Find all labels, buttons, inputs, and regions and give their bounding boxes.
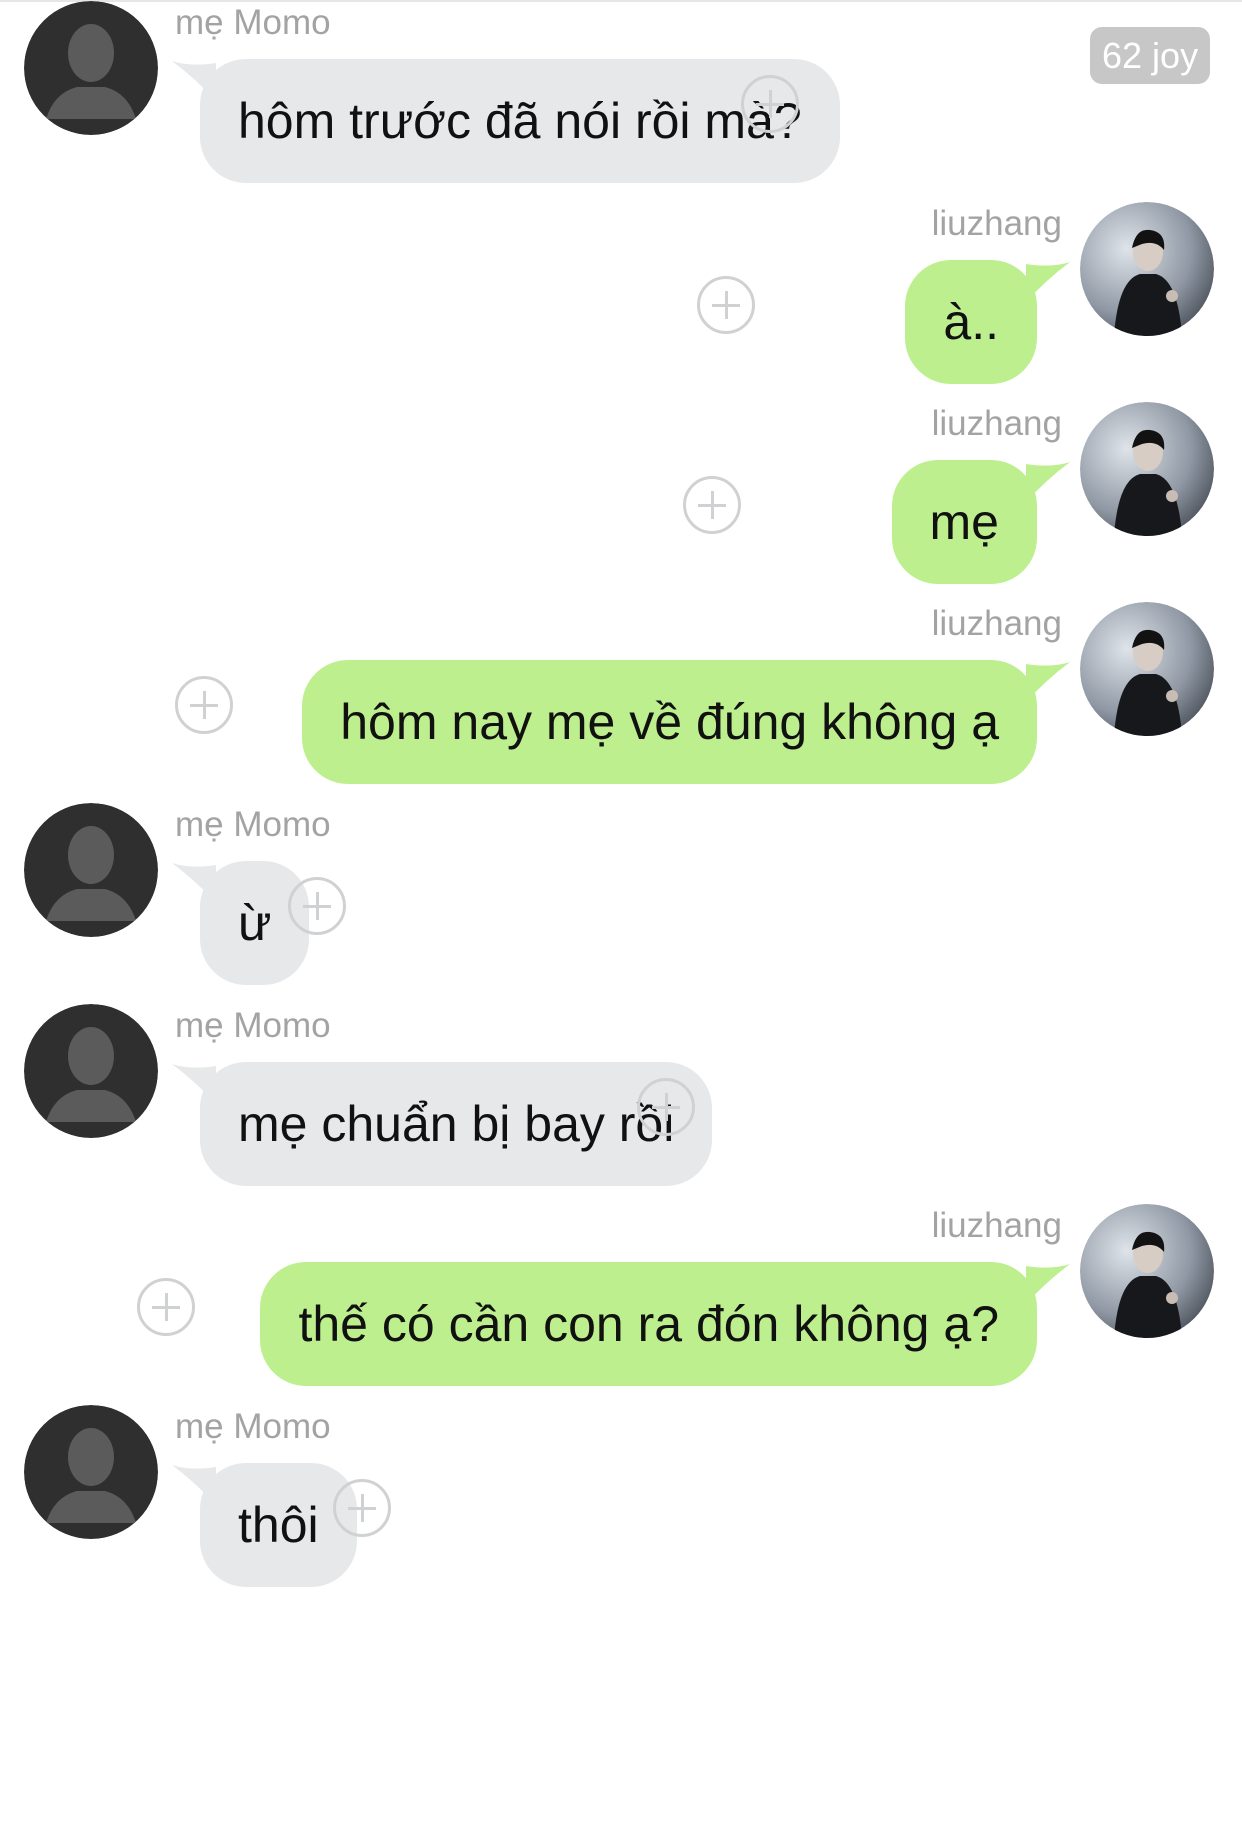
message-row: liuzhang mẹ: [0, 402, 1242, 602]
message-row: liuzhang thế có cần con ra đón không ạ?: [0, 1204, 1242, 1404]
plus-circle-icon[interactable]: [683, 476, 741, 534]
message-row: mẹ Momo hôm trước đã nói rồi mà?: [0, 1, 1242, 201]
sender-name: liuzhang: [931, 404, 1062, 443]
profile-photo[interactable]: [1080, 402, 1214, 536]
message-bubble[interactable]: à..: [905, 260, 1037, 384]
message-row: mẹ Momo thôi: [0, 1405, 1242, 1605]
message-bubble[interactable]: thôi: [200, 1463, 357, 1587]
message-row: liuzhang hôm nay mẹ về đúng không ạ: [0, 602, 1242, 802]
message-bubble[interactable]: hôm nay mẹ về đúng không ạ: [302, 660, 1037, 784]
message-bubble[interactable]: mẹ chuẩn bị bay rồi: [200, 1062, 713, 1186]
sender-name: liuzhang: [931, 204, 1062, 243]
sender-name: liuzhang: [931, 604, 1062, 643]
plus-circle-icon[interactable]: [741, 75, 799, 133]
message-bubble[interactable]: hôm trước đã nói rồi mà?: [200, 59, 840, 183]
plus-circle-icon[interactable]: [288, 877, 346, 935]
plus-circle-icon[interactable]: [137, 1278, 195, 1336]
message-bubble[interactable]: thế có cần con ra đón không ạ?: [260, 1262, 1037, 1386]
profile-photo[interactable]: [1080, 1204, 1214, 1338]
person-silhouette-icon[interactable]: [24, 1405, 158, 1539]
sender-name: liuzhang: [931, 1206, 1062, 1245]
message-row: mẹ Momo ừ: [0, 803, 1242, 1003]
sender-name: mẹ Momo: [175, 1407, 331, 1446]
plus-circle-icon[interactable]: [697, 276, 755, 334]
message-bubble[interactable]: mẹ: [891, 460, 1037, 584]
profile-photo[interactable]: [1080, 202, 1214, 336]
message-row: liuzhang à..: [0, 202, 1242, 402]
sender-name: mẹ Momo: [175, 805, 331, 844]
plus-circle-icon[interactable]: [175, 676, 233, 734]
person-silhouette-icon[interactable]: [24, 1004, 158, 1138]
plus-circle-icon[interactable]: [637, 1078, 695, 1136]
plus-circle-icon[interactable]: [333, 1479, 391, 1537]
sender-name: mẹ Momo: [175, 3, 331, 42]
person-silhouette-icon[interactable]: [24, 1, 158, 135]
message-row: mẹ Momo mẹ chuẩn bị bay rồi: [0, 1004, 1242, 1204]
person-silhouette-icon[interactable]: [24, 803, 158, 937]
sender-name: mẹ Momo: [175, 1006, 331, 1045]
profile-photo[interactable]: [1080, 602, 1214, 736]
